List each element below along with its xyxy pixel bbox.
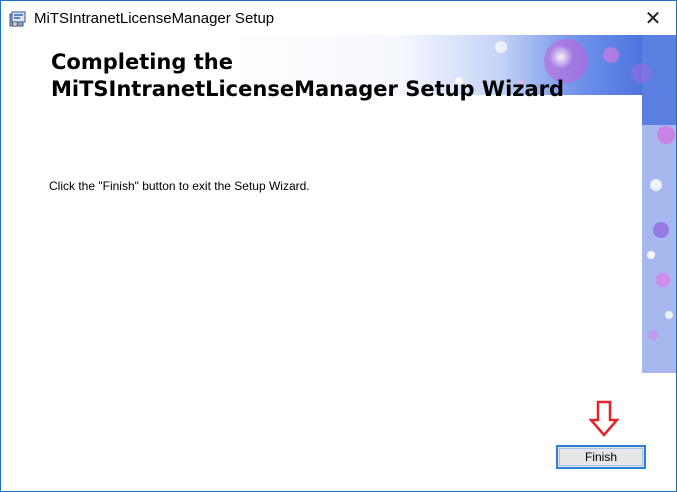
heading-line-2: MiTSIntranetLicenseManager Setup Wizard xyxy=(51,77,565,101)
window-title: MiTSIntranetLicenseManager Setup xyxy=(34,10,275,27)
close-button[interactable]: ✕ xyxy=(630,1,676,35)
wizard-body: Completing the MiTSIntranetLicenseManage… xyxy=(1,35,676,469)
title-bar[interactable]: MiTSIntranetLicenseManager Setup ✕ xyxy=(1,1,676,35)
finish-button[interactable]: Finish xyxy=(556,445,646,469)
down-arrow-icon xyxy=(589,400,619,437)
content-panel xyxy=(1,95,642,373)
heading-line-1: Completing the xyxy=(51,50,233,74)
finish-button-label: Finish xyxy=(584,450,617,464)
setup-window: MiTSIntranetLicenseManager Setup ✕ Compl… xyxy=(0,0,677,492)
installer-package-icon xyxy=(9,10,27,28)
page-heading: Completing the MiTSIntranetLicenseManage… xyxy=(51,49,564,103)
finish-instructions: Click the "Finish" button to exit the Se… xyxy=(49,179,310,193)
close-icon: ✕ xyxy=(644,7,662,30)
